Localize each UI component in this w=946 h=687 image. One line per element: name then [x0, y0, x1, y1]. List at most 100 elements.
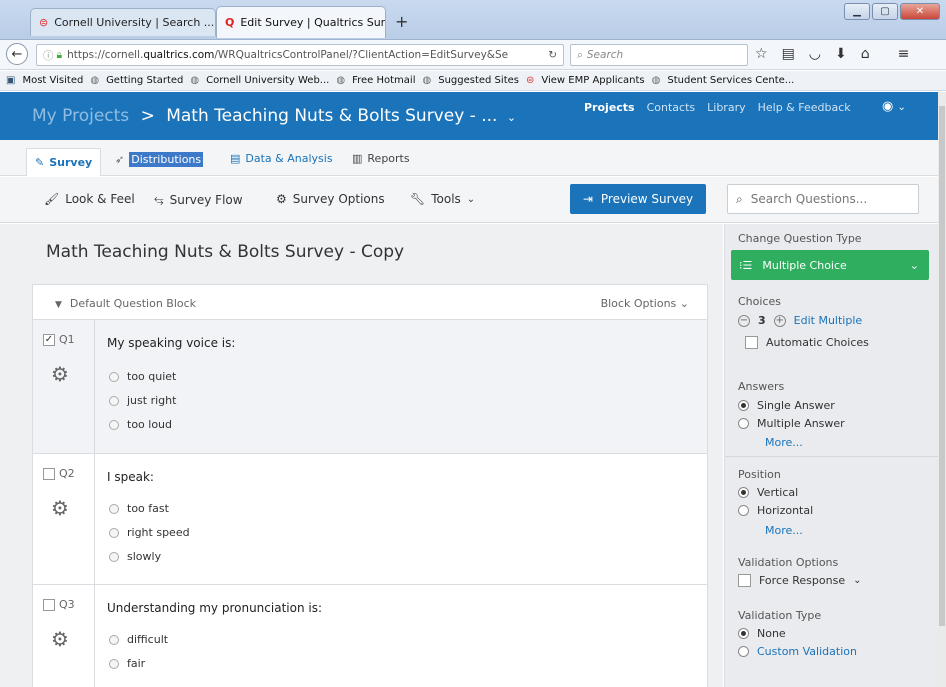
tab-survey[interactable]: ✎ Survey — [26, 148, 102, 176]
none-validation-option[interactable]: None — [738, 627, 786, 640]
my-projects-link[interactable]: My Projects — [32, 106, 129, 126]
horizontal-option[interactable]: Horizontal — [738, 504, 813, 517]
user-account-icon[interactable]: ◉ ⌄ — [882, 99, 906, 114]
choice-item[interactable]: too quiet — [109, 370, 176, 383]
pocket-icon[interactable]: ◡ — [809, 46, 821, 62]
choice-item[interactable]: right speed — [109, 526, 190, 539]
radio-button-icon — [109, 503, 119, 514]
bookmark-student-services[interactable]: Student Services Cente... — [667, 75, 794, 86]
bookmark-cornell-web[interactable]: Cornell University Web... — [206, 75, 329, 86]
multiple-answer-radio[interactable] — [738, 418, 749, 429]
choice-item[interactable]: slowly — [109, 550, 161, 563]
bookmark-star-icon[interactable]: ☆ — [755, 46, 768, 62]
tab-title: Cornell University | Search ... — [54, 16, 215, 29]
globe-icon: ◍ — [422, 75, 432, 86]
bookmark-hotmail[interactable]: Free Hotmail — [352, 75, 415, 86]
bookmarks-bar: ▣ Most Visited ◍ Getting Started ◍ Corne… — [0, 71, 946, 91]
tools-dropdown[interactable]: 🔧︎ Tools ⌄ — [410, 192, 475, 206]
menu-icon[interactable]: ≡ — [898, 46, 910, 62]
chevron-down-icon[interactable]: ⌄ — [853, 575, 861, 586]
bookmark-most-visited[interactable]: Most Visited — [22, 75, 83, 86]
nav-projects[interactable]: Projects — [584, 101, 635, 114]
none-validation-radio[interactable] — [738, 628, 749, 639]
choice-item[interactable]: just right — [109, 394, 176, 407]
minus-circle-icon[interactable]: − — [738, 314, 750, 327]
multiple-answer-option[interactable]: Multiple Answer — [738, 417, 845, 430]
maximize-icon[interactable]: ▢ — [872, 3, 898, 20]
custom-validation-option[interactable]: Custom Validation — [738, 645, 857, 658]
reload-icon[interactable]: ↻ — [548, 49, 557, 61]
automatic-choices-checkbox[interactable] — [745, 336, 758, 349]
survey-options-button[interactable]: ⚙ Survey Options — [276, 192, 385, 206]
question-settings-gear-icon[interactable]: ⚙ — [51, 496, 69, 520]
tab-data-analysis[interactable]: ▤ Data & Analysis — [230, 152, 333, 165]
back-arrow-icon[interactable]: ← — [6, 43, 28, 65]
vertical-radio[interactable] — [738, 487, 749, 498]
block-name[interactable]: ▼ Default Question Block — [55, 297, 196, 310]
radio-button-icon — [109, 634, 119, 645]
force-response-option[interactable]: Force Response ⌄ — [738, 574, 861, 587]
browser-tab-cornell[interactable]: ⊜ Cornell University | Search ... × — [30, 8, 216, 36]
block-options-dropdown[interactable]: Block Options ⌄ — [601, 297, 689, 310]
vertical-option[interactable]: Vertical — [738, 486, 798, 499]
preview-survey-button[interactable]: ⇥ Preview Survey — [570, 184, 706, 214]
download-icon[interactable]: ⬇ — [835, 46, 847, 62]
question-text[interactable]: Understanding my pronunciation is: — [107, 601, 322, 615]
question-row-q2[interactable]: Q2 ⚙ I speak: too fast right speed slowl… — [33, 454, 707, 585]
question-row-q3[interactable]: Q3 ⚙ Understanding my pronunciation is: … — [33, 585, 707, 687]
project-title-dropdown[interactable]: Math Teaching Nuts & Bolts Survey - ... — [166, 106, 497, 126]
scrollbar-thumb[interactable] — [939, 106, 945, 626]
radio-button-icon — [109, 658, 119, 669]
question-select-checkbox[interactable] — [43, 468, 55, 480]
minimize-icon[interactable]: ▁ — [844, 3, 870, 20]
single-answer-option[interactable]: Single Answer — [738, 399, 835, 412]
panel-divider — [725, 456, 939, 457]
radio-button-icon — [109, 395, 119, 406]
automatic-choices-label: Automatic Choices — [766, 336, 869, 349]
choice-item[interactable]: too fast — [109, 502, 169, 515]
globe-icon: ◍ — [90, 75, 100, 86]
browser-search-input[interactable]: ⌕ Search — [570, 44, 748, 66]
question-text[interactable]: I speak: — [107, 470, 154, 484]
tab-reports[interactable]: ▥ Reports — [352, 152, 410, 165]
home-icon[interactable]: ⌂ — [861, 46, 870, 62]
choice-item[interactable]: difficult — [109, 633, 168, 646]
nav-contacts[interactable]: Contacts — [647, 101, 696, 114]
question-settings-gear-icon[interactable]: ⚙ — [51, 627, 69, 651]
look-feel-button[interactable]: 🖌︎ Look & Feel — [44, 192, 135, 206]
bookmark-suggested-sites[interactable]: Suggested Sites — [438, 75, 519, 86]
edit-multiple-link[interactable]: Edit Multiple — [794, 314, 863, 327]
survey-flow-button[interactable]: ⥃ Survey Flow — [154, 192, 243, 207]
horizontal-radio[interactable] — [738, 505, 749, 516]
nav-help-feedback[interactable]: Help & Feedback — [758, 101, 851, 114]
question-type-dropdown[interactable]: ⁝☰ Multiple Choice ⌄ — [731, 250, 929, 280]
reading-list-icon[interactable]: ▤ — [782, 46, 795, 62]
bookmark-getting-started[interactable]: Getting Started — [106, 75, 183, 86]
answers-more-link[interactable]: More... — [765, 436, 803, 449]
choice-item[interactable]: fair — [109, 657, 145, 670]
nav-library[interactable]: Library — [707, 101, 745, 114]
single-answer-radio[interactable] — [738, 400, 749, 411]
global-nav: Projects Contacts Library Help & Feedbac… — [584, 101, 851, 114]
question-text[interactable]: My speaking voice is: — [107, 336, 235, 350]
choice-item[interactable]: too loud — [109, 418, 172, 431]
search-questions-input[interactable]: ⌕ Search Questions... — [727, 184, 919, 214]
bookmark-emp-applicants[interactable]: View EMP Applicants — [541, 75, 644, 86]
tab-distributions[interactable]: ➶ Distributions — [115, 152, 204, 167]
plus-circle-icon[interactable]: + — [773, 314, 786, 327]
question-settings-gear-icon[interactable]: ⚙ — [51, 362, 69, 386]
question-row-q1[interactable]: ✓ Q1 ⚙ My speaking voice is: too quiet j… — [33, 320, 707, 454]
browser-tab-qualtrics[interactable]: Q Edit Survey | Qualtrics Surv... × — [216, 6, 386, 38]
page-scrollbar[interactable] — [938, 92, 946, 687]
custom-validation-radio[interactable] — [738, 646, 749, 657]
single-answer-label: Single Answer — [757, 399, 835, 412]
question-select-checkbox[interactable]: ✓ — [43, 334, 55, 346]
position-more-link[interactable]: More... — [765, 524, 803, 537]
force-response-checkbox[interactable] — [738, 574, 751, 587]
question-select-checkbox[interactable] — [43, 599, 55, 611]
url-bar[interactable]: ⓘ 🔒︎ https://cornell. qualtrics.com/WRQua… — [36, 44, 564, 66]
new-tab-button[interactable]: + — [395, 12, 408, 31]
window-close-icon[interactable]: ✕ — [900, 3, 940, 20]
automatic-choices-option[interactable]: Automatic Choices — [745, 336, 869, 349]
globe-icon: ◍ — [651, 75, 661, 86]
